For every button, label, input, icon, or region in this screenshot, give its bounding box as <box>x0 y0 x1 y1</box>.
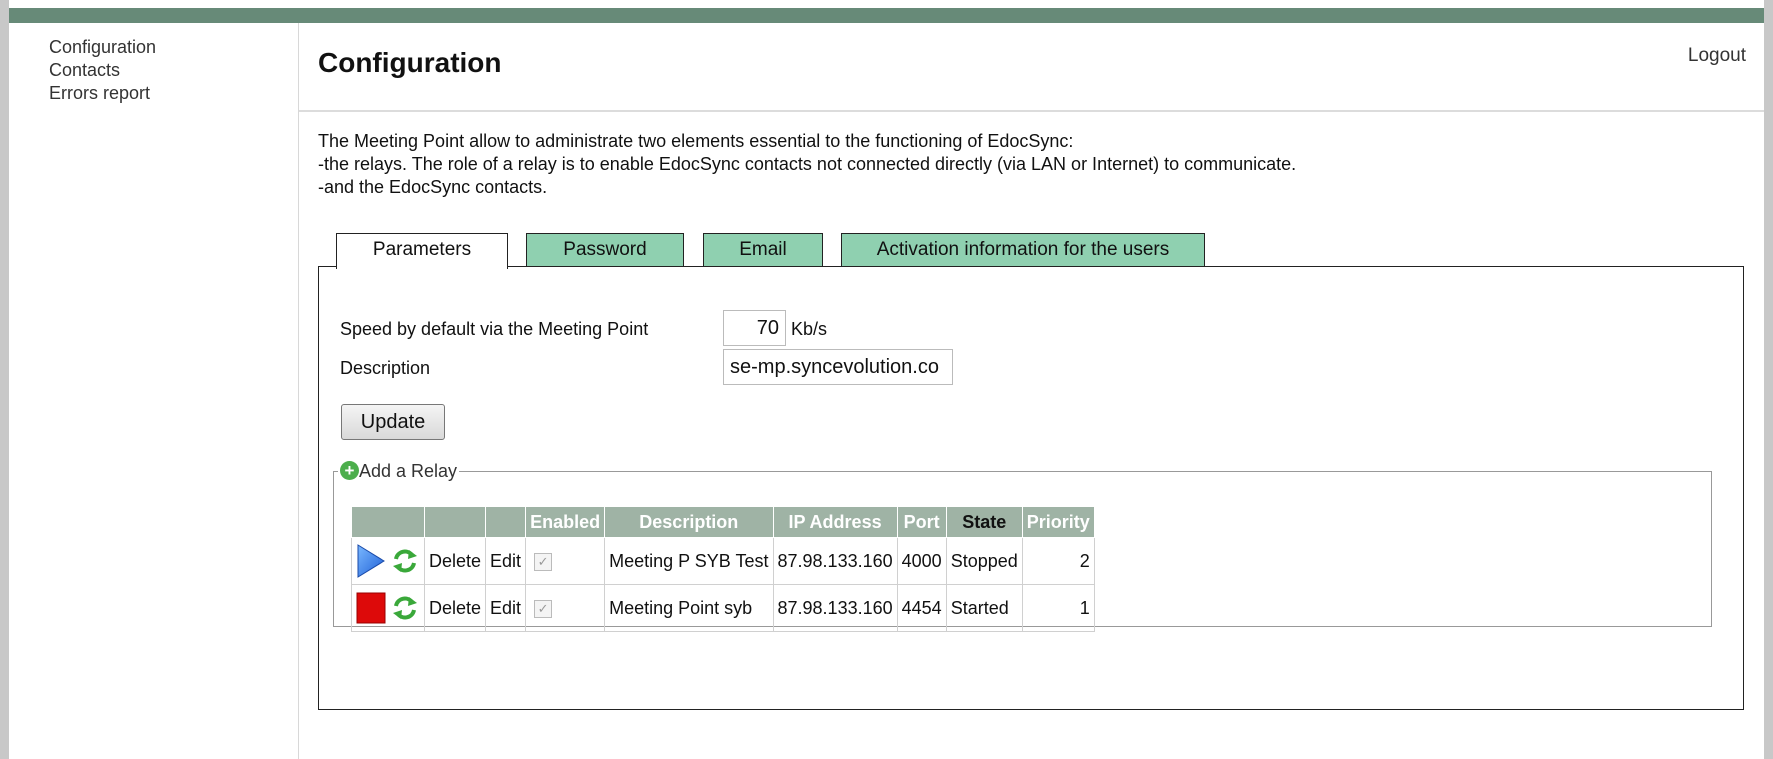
header-priority: Priority <box>1021 506 1095 538</box>
description-cell: Meeting P SYB Test <box>604 537 774 585</box>
header-delete <box>423 506 487 538</box>
table-row: Delete Edit ✓ Meeting Point syb 87.98.13… <box>351 584 1095 632</box>
tab-parameters[interactable]: Parameters <box>336 233 508 269</box>
main-content: Configuration Logout The Meeting Point a… <box>299 23 1764 759</box>
relays-table: Enabled Description IP Address Port Stat… <box>351 506 1095 632</box>
speed-input[interactable] <box>723 310 786 346</box>
parameters-panel: Speed by default via the Meeting Point K… <box>318 266 1744 710</box>
page-title: Configuration <box>318 47 502 78</box>
refresh-icon[interactable] <box>391 547 419 575</box>
tab-password[interactable]: Password <box>526 233 684 267</box>
intro-line-3: -and the EdocSync contacts. <box>318 177 548 197</box>
header-edit <box>485 506 527 538</box>
table-row: Delete Edit ✓ Meeting P SYB Test 87.98.1… <box>351 537 1095 585</box>
header-state: State <box>945 506 1023 538</box>
description-cell: Meeting Point syb <box>604 584 774 632</box>
sidebar-item-errors-report[interactable]: Errors report <box>49 83 150 104</box>
description-input[interactable] <box>723 349 953 385</box>
priority-cell: 1 <box>1021 584 1095 632</box>
add-relay-label: Add a Relay <box>359 461 458 481</box>
intro-line-2: -the relays. The role of a relay is to e… <box>318 154 1297 174</box>
port-cell: 4000 <box>896 537 947 585</box>
title-divider <box>299 110 1764 112</box>
stop-icon[interactable] <box>356 592 386 624</box>
top-bar <box>9 8 1764 23</box>
header-ip-address: IP Address <box>772 506 898 538</box>
edit-link[interactable]: Edit <box>485 537 527 585</box>
intro-line-1: The Meeting Point allow to administrate … <box>318 131 1074 151</box>
tab-email[interactable]: Email <box>703 233 823 267</box>
edit-link[interactable]: Edit <box>485 584 527 632</box>
state-cell: Started <box>945 584 1023 632</box>
enabled-cell: ✓ <box>525 584 606 632</box>
add-relay-link[interactable]: + Add a Relay <box>338 461 459 482</box>
port-cell: 4454 <box>896 584 947 632</box>
row-controls <box>351 537 425 585</box>
description-label: Description <box>340 358 431 378</box>
table-header-row: Enabled Description IP Address Port Stat… <box>351 506 1095 538</box>
sidebar-item-contacts[interactable]: Contacts <box>49 60 120 81</box>
refresh-icon[interactable] <box>391 594 419 622</box>
sidebar-item-configuration[interactable]: Configuration <box>49 37 156 58</box>
play-icon[interactable] <box>356 544 386 578</box>
enabled-checkbox[interactable]: ✓ <box>534 552 553 571</box>
ip-cell: 87.98.133.160 <box>772 537 898 585</box>
update-button[interactable]: Update <box>341 404 445 440</box>
header-port: Port <box>896 506 947 538</box>
header-controls <box>351 506 425 538</box>
tab-activation-information[interactable]: Activation information for the users <box>841 233 1205 267</box>
enabled-checkbox[interactable]: ✓ <box>534 599 553 618</box>
state-cell: Stopped <box>945 537 1023 585</box>
delete-link[interactable]: Delete <box>423 584 487 632</box>
priority-cell: 2 <box>1021 537 1095 585</box>
add-icon: + <box>340 461 359 480</box>
ip-cell: 87.98.133.160 <box>772 584 898 632</box>
row-controls <box>351 584 425 632</box>
relays-fieldset: + Add a Relay Enabled Description IP Addr… <box>333 461 1712 632</box>
speed-label: Speed by default via the Meeting Point <box>340 319 649 339</box>
delete-link[interactable]: Delete <box>423 537 487 585</box>
enabled-cell: ✓ <box>525 537 606 585</box>
speed-unit: Kb/s <box>791 319 828 339</box>
header-enabled: Enabled <box>525 506 606 538</box>
sidebar: Configuration Contacts Errors report <box>9 23 299 759</box>
header-description: Description <box>604 506 774 538</box>
logout-link[interactable]: Logout <box>1688 45 1746 67</box>
